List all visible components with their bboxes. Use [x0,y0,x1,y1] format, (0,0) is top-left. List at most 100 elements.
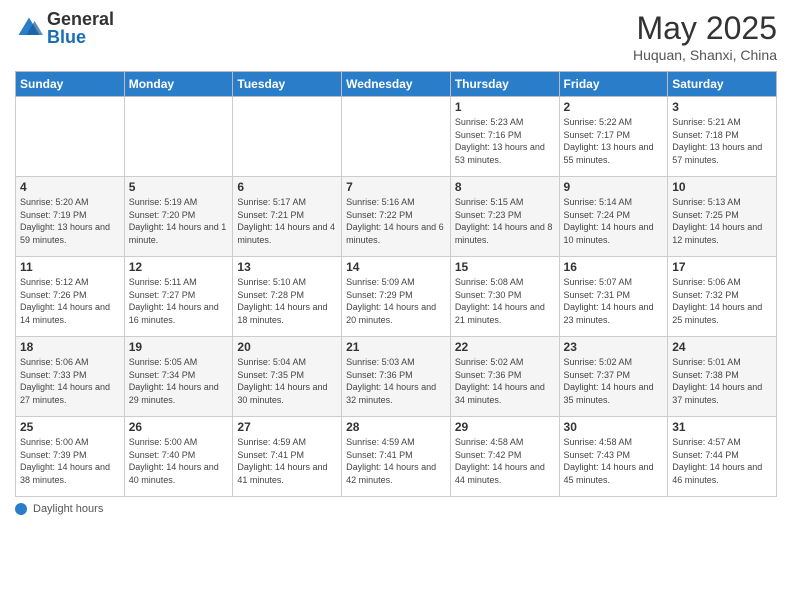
table-row: 4Sunrise: 5:20 AMSunset: 7:19 PMDaylight… [16,177,125,257]
table-row [124,97,233,177]
table-row: 15 Sunrise: 5:08 AMSunset: 7:30 PMDayligh… [450,257,559,337]
table-row: 30 Sunrise: 4:58 AMSunset: 7:43 PMDayligh… [559,417,668,497]
calendar-week-2: 4Sunrise: 5:20 AMSunset: 7:19 PMDaylight… [16,177,777,257]
table-row: 23Sunrise: 5:02 AMSunset: 7:37 PMDayligh… [559,337,668,417]
calendar-page: General Blue May 2025 Huquan, Shanxi, Ch… [0,0,792,612]
day-number: 4 [20,180,120,194]
day-info: Sunrise: 5:01 AMSunset: 7:38 PMDaylight:… [672,356,772,406]
day-number: 9 [564,180,664,194]
table-row: 10Sunrise: 5:13 AMSunset: 7:25 PMDayligh… [668,177,777,257]
day-number: 19 [129,340,229,354]
col-monday: Monday [124,72,233,97]
table-row [342,97,451,177]
day-number: 6 [237,180,337,194]
day-number: 13 [237,260,337,274]
footer: Daylight hours [15,503,777,515]
day-info: Sunrise: 5:14 AMSunset: 7:24 PMDaylight:… [564,196,664,246]
table-row: 6Sunrise: 5:17 AMSunset: 7:21 PMDaylight… [233,177,342,257]
calendar-week-1: 1 Sunrise: 5:23 AMSunset: 7:16 PMDaylight… [16,97,777,177]
day-info: Sunrise: 5:02 AMSunset: 7:37 PMDaylight:… [564,356,664,406]
table-row: 9 Sunrise: 5:14 AMSunset: 7:24 PMDaylight… [559,177,668,257]
day-number: 15 [455,260,555,274]
col-tuesday: Tuesday [233,72,342,97]
day-number: 31 [672,420,772,434]
table-row [16,97,125,177]
table-row [233,97,342,177]
table-row: 3Sunrise: 5:21 AMSunset: 7:18 PMDaylight… [668,97,777,177]
table-row: 28Sunrise: 4:59 AMSunset: 7:41 PMDayligh… [342,417,451,497]
table-row: 7 Sunrise: 5:16 AMSunset: 7:22 PMDaylight… [342,177,451,257]
location-subtitle: Huquan, Shanxi, China [633,47,777,63]
daylight-label: Daylight hours [33,503,103,515]
month-title: May 2025 [633,10,777,47]
table-row: 11 Sunrise: 5:12 AMSunset: 7:26 PMDayligh… [16,257,125,337]
logo: General Blue [15,10,114,46]
table-row: 26 Sunrise: 5:00 AMSunset: 7:40 PMDayligh… [124,417,233,497]
day-info: Sunrise: 4:58 AMSunset: 7:42 PMDaylight:… [455,436,555,486]
col-sunday: Sunday [16,72,125,97]
day-number: 11 [20,260,120,274]
day-info: Sunrise: 5:06 AMSunset: 7:32 PMDaylight:… [672,276,772,326]
table-row: 17 Sunrise: 5:06 AMSunset: 7:32 PMDayligh… [668,257,777,337]
day-number: 17 [672,260,772,274]
day-number: 20 [237,340,337,354]
day-number: 27 [237,420,337,434]
day-number: 2 [564,100,664,114]
logo-blue-text: Blue [47,28,114,46]
col-wednesday: Wednesday [342,72,451,97]
day-info: Sunrise: 5:13 AMSunset: 7:25 PMDaylight:… [672,196,772,246]
day-info: Sunrise: 5:04 AMSunset: 7:35 PMDaylight:… [237,356,337,406]
footer-dot-icon [15,503,27,515]
day-number: 21 [346,340,446,354]
day-info: Sunrise: 5:22 AMSunset: 7:17 PMDaylight:… [564,116,664,166]
day-info: Sunrise: 5:00 AMSunset: 7:39 PMDaylight:… [20,436,120,486]
day-info: Sunrise: 5:12 AMSunset: 7:26 PMDaylight:… [20,276,120,326]
table-row: 16 Sunrise: 5:07 AMSunset: 7:31 PMDayligh… [559,257,668,337]
day-number: 24 [672,340,772,354]
table-row: 2 Sunrise: 5:22 AMSunset: 7:17 PMDaylight… [559,97,668,177]
day-info: Sunrise: 5:23 AMSunset: 7:16 PMDaylight:… [455,116,555,166]
day-info: Sunrise: 5:08 AMSunset: 7:30 PMDaylight:… [455,276,555,326]
day-info: Sunrise: 4:58 AMSunset: 7:43 PMDaylight:… [564,436,664,486]
calendar-week-4: 18 Sunrise: 5:06 AMSunset: 7:33 PMDayligh… [16,337,777,417]
day-number: 26 [129,420,229,434]
col-thursday: Thursday [450,72,559,97]
day-number: 25 [20,420,120,434]
calendar-table: Sunday Monday Tuesday Wednesday Thursday… [15,71,777,497]
day-info: Sunrise: 5:09 AMSunset: 7:29 PMDaylight:… [346,276,446,326]
day-info: Sunrise: 4:59 AMSunset: 7:41 PMDaylight:… [346,436,446,486]
day-info: Sunrise: 5:10 AMSunset: 7:28 PMDaylight:… [237,276,337,326]
day-info: Sunrise: 5:05 AMSunset: 7:34 PMDaylight:… [129,356,229,406]
table-row: 1 Sunrise: 5:23 AMSunset: 7:16 PMDaylight… [450,97,559,177]
title-block: May 2025 Huquan, Shanxi, China [633,10,777,63]
day-number: 1 [455,100,555,114]
col-friday: Friday [559,72,668,97]
day-number: 14 [346,260,446,274]
table-row: 29 Sunrise: 4:58 AMSunset: 7:42 PMDayligh… [450,417,559,497]
day-info: Sunrise: 5:00 AMSunset: 7:40 PMDaylight:… [129,436,229,486]
day-number: 30 [564,420,664,434]
day-info: Sunrise: 5:16 AMSunset: 7:22 PMDaylight:… [346,196,446,246]
day-number: 12 [129,260,229,274]
calendar-week-5: 25 Sunrise: 5:00 AMSunset: 7:39 PMDayligh… [16,417,777,497]
table-row: 24 Sunrise: 5:01 AMSunset: 7:38 PMDayligh… [668,337,777,417]
day-number: 22 [455,340,555,354]
day-info: Sunrise: 5:06 AMSunset: 7:33 PMDaylight:… [20,356,120,406]
day-number: 5 [129,180,229,194]
table-row: 18 Sunrise: 5:06 AMSunset: 7:33 PMDayligh… [16,337,125,417]
day-info: Sunrise: 4:59 AMSunset: 7:41 PMDaylight:… [237,436,337,486]
day-number: 3 [672,100,772,114]
day-info: Sunrise: 5:02 AMSunset: 7:36 PMDaylight:… [455,356,555,406]
day-number: 18 [20,340,120,354]
day-info: Sunrise: 5:15 AMSunset: 7:23 PMDaylight:… [455,196,555,246]
calendar-header-row: Sunday Monday Tuesday Wednesday Thursday… [16,72,777,97]
col-saturday: Saturday [668,72,777,97]
logo-icon [15,14,43,42]
day-info: Sunrise: 5:07 AMSunset: 7:31 PMDaylight:… [564,276,664,326]
table-row: 20 Sunrise: 5:04 AMSunset: 7:35 PMDayligh… [233,337,342,417]
table-row: 22 Sunrise: 5:02 AMSunset: 7:36 PMDayligh… [450,337,559,417]
day-number: 16 [564,260,664,274]
day-number: 7 [346,180,446,194]
day-number: 29 [455,420,555,434]
day-number: 8 [455,180,555,194]
